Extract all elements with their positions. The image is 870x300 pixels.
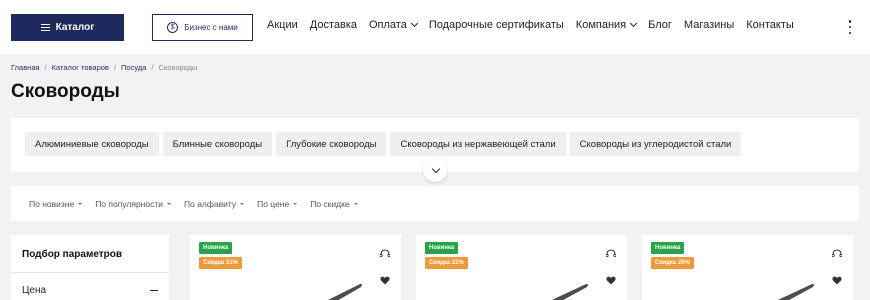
sort-bar: По новизне По популярности По алфавиту П… bbox=[11, 186, 859, 221]
business-button[interactable]: $ Бизнес с нами bbox=[152, 14, 253, 41]
category-chip[interactable]: Сковороды из углеродистой стали bbox=[569, 132, 742, 156]
sort-arrow-icon bbox=[167, 202, 171, 205]
nav-item-delivery[interactable]: Доставка bbox=[310, 19, 357, 31]
badge-new: Новинка bbox=[425, 242, 459, 254]
nav-item-payment[interactable]: Оплата bbox=[369, 19, 418, 31]
menu-icon bbox=[40, 24, 50, 31]
chevron-down-icon bbox=[410, 19, 418, 28]
category-chip[interactable]: Сковороды из нержавеющей стали bbox=[390, 132, 566, 156]
filter-sidebar: Подбор параметров Цена bbox=[11, 235, 169, 300]
favorite-heart-icon[interactable] bbox=[606, 276, 616, 285]
nav-item-blog[interactable]: Блог bbox=[648, 19, 672, 31]
badge-discount: Скидка 21% bbox=[199, 257, 242, 269]
divider bbox=[11, 272, 169, 273]
sort-by-newest[interactable]: По новизне bbox=[29, 199, 83, 209]
breadcrumb-dishes[interactable]: Посуда bbox=[121, 63, 146, 72]
breadcrumb-catalog[interactable]: Каталог товаров bbox=[52, 63, 109, 72]
category-chip[interactable]: Алюминиевые сковороды bbox=[25, 132, 159, 156]
sort-arrow-icon bbox=[240, 202, 245, 205]
favorite-heart-icon[interactable] bbox=[832, 276, 842, 285]
more-menu-icon[interactable] bbox=[848, 20, 852, 34]
nav-item-gift-certificates[interactable]: Подарочные сертификаты bbox=[429, 19, 564, 31]
header: Каталог $ Бизнес с нами Акции Доставка О… bbox=[0, 0, 870, 54]
expand-categories-button[interactable] bbox=[423, 158, 447, 182]
subcategory-panel: Алюминиевые сковороды Блинные сковороды … bbox=[11, 118, 859, 182]
badge-discount: Скидка 22% bbox=[425, 257, 468, 269]
sort-by-price[interactable]: По цене bbox=[257, 199, 298, 209]
breadcrumb-home[interactable]: Главная bbox=[11, 63, 40, 72]
coin-icon: $ bbox=[167, 22, 179, 33]
badge-new: Новинка bbox=[651, 242, 685, 254]
breadcrumb-current: Сковороды bbox=[158, 63, 198, 72]
sort-by-alphabet[interactable]: По алфавиту bbox=[184, 199, 245, 209]
product-card[interactable]: Новинка Скидка 21% bbox=[190, 235, 401, 300]
sort-by-discount[interactable]: По скидке bbox=[310, 199, 358, 209]
main-nav: Акции Доставка Оплата Подарочные сертифи… bbox=[267, 19, 794, 31]
sort-arrow-icon bbox=[353, 202, 358, 205]
badge-new: Новинка bbox=[199, 242, 233, 254]
badge-discount: Скидка 20% bbox=[651, 257, 694, 269]
filter-price-label[interactable]: Цена bbox=[22, 285, 46, 296]
compare-icon[interactable] bbox=[380, 249, 390, 257]
nav-item-contacts[interactable]: Контакты bbox=[746, 19, 794, 31]
category-chip[interactable]: Глубокие сковороды bbox=[276, 132, 387, 156]
chevron-down-icon bbox=[431, 164, 441, 173]
chevron-down-icon bbox=[630, 19, 638, 28]
catalog-label: Каталог bbox=[55, 22, 95, 33]
sort-arrow-icon bbox=[293, 202, 298, 205]
product-card[interactable]: Новинка Скидка 22% bbox=[416, 235, 627, 300]
product-card[interactable]: Новинка Скидка 20% bbox=[642, 235, 853, 300]
nav-item-stores[interactable]: Магазины bbox=[684, 19, 734, 31]
favorite-heart-icon[interactable] bbox=[380, 276, 390, 285]
compare-icon[interactable] bbox=[606, 249, 616, 257]
catalog-button[interactable]: Каталог bbox=[11, 14, 124, 41]
business-label: Бизнес с нами bbox=[184, 23, 238, 32]
sort-arrow-icon bbox=[78, 202, 83, 205]
page-title: Сковороды bbox=[11, 81, 120, 102]
nav-item-promotions[interactable]: Акции bbox=[267, 19, 298, 31]
nav-item-company[interactable]: Компания bbox=[576, 19, 638, 31]
compare-icon[interactable] bbox=[832, 249, 842, 257]
collapse-icon[interactable] bbox=[150, 290, 158, 291]
breadcrumb: Главная / Каталог товаров / Посуда / Ско… bbox=[11, 63, 198, 72]
category-chip[interactable]: Блинные сковороды bbox=[162, 132, 273, 156]
filter-title: Подбор параметров bbox=[22, 249, 123, 260]
sort-by-popularity[interactable]: По популярности bbox=[95, 199, 171, 209]
